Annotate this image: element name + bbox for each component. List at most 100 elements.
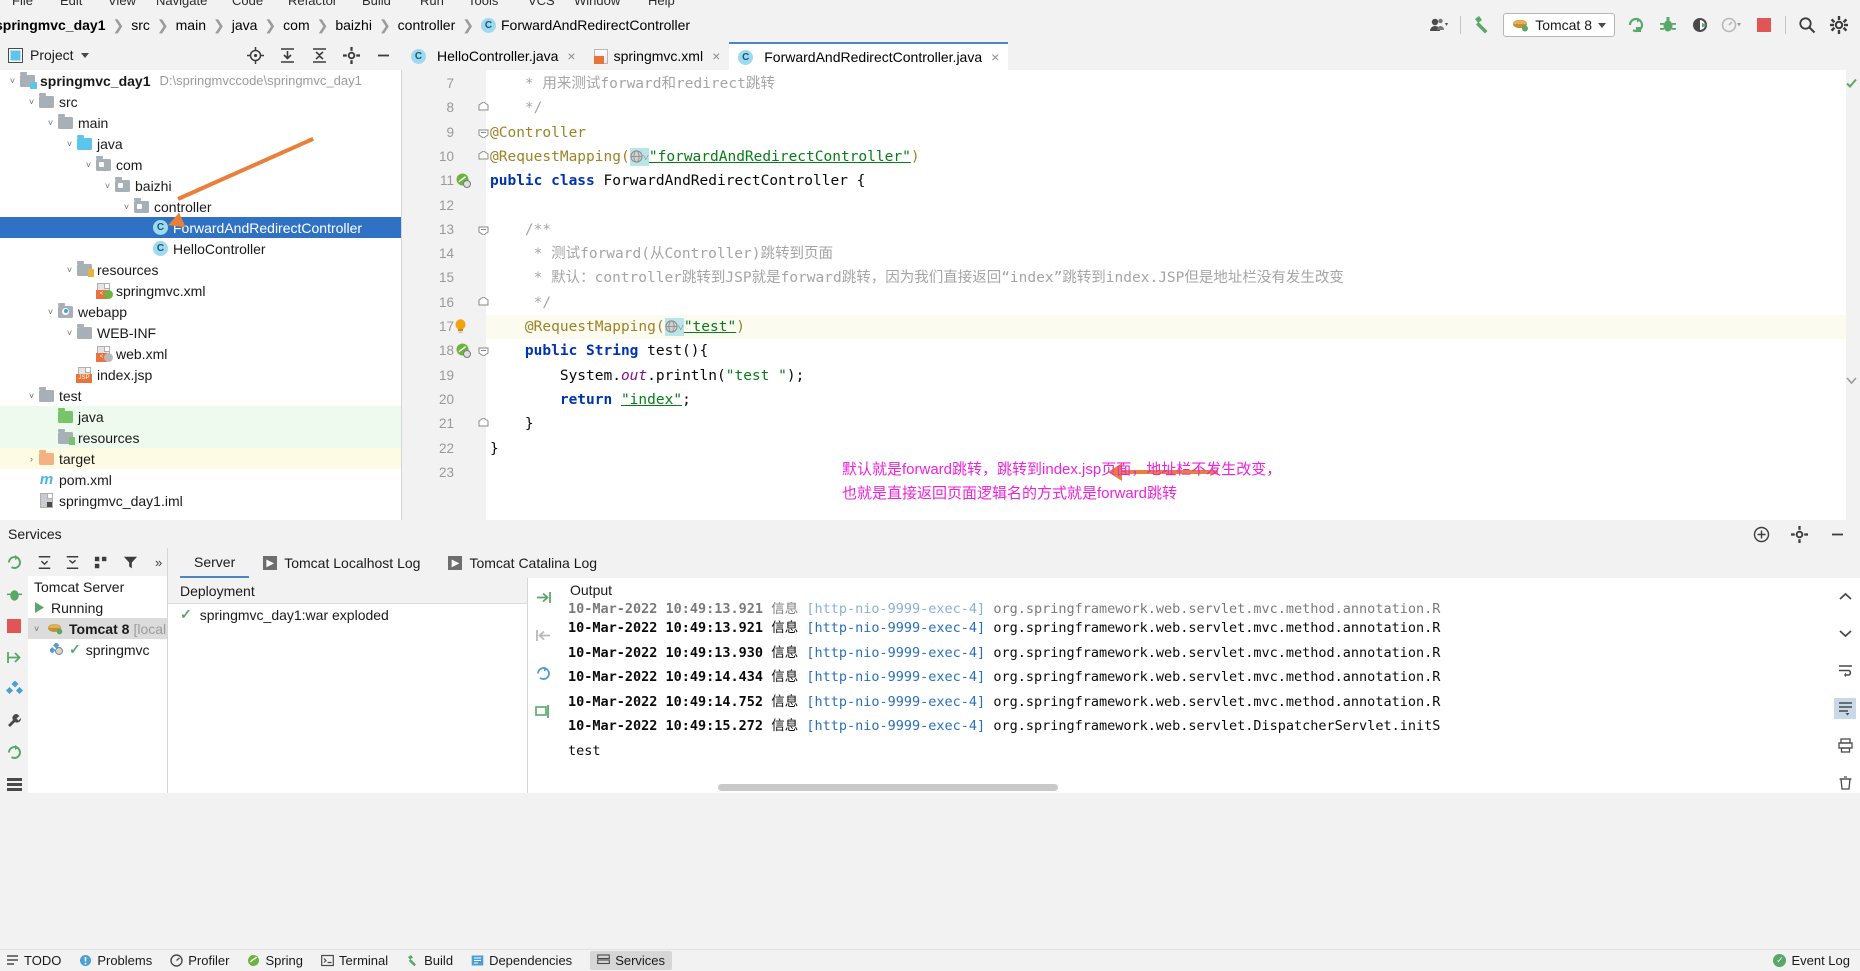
output-horizontal-scrollbar[interactable] <box>718 784 1058 791</box>
tree-node-controller[interactable]: ˅ controller <box>0 196 401 217</box>
close-icon[interactable]: × <box>712 48 720 64</box>
redeploy-icon[interactable] <box>532 662 554 684</box>
tree-node-main[interactable]: ˅ main <box>0 112 401 133</box>
add-service-icon[interactable] <box>1750 523 1772 545</box>
chevron-right-icon[interactable]: › <box>25 454 38 464</box>
fold-start-icon[interactable] <box>478 345 489 357</box>
breadcrumb-item-main[interactable]: main <box>176 17 206 33</box>
breadcrumb-item-controller[interactable]: controller <box>398 17 456 33</box>
filter-icon[interactable] <box>122 551 139 573</box>
rerun-icon[interactable] <box>3 554 25 572</box>
expand-all-icon[interactable] <box>36 551 53 573</box>
more-icon[interactable]: » <box>150 551 167 573</box>
breadcrumb-item-baizhi[interactable]: baizhi <box>335 17 372 33</box>
code-line[interactable]: } <box>490 412 534 436</box>
code-line[interactable]: public class ForwardAndRedirectControlle… <box>490 169 865 193</box>
stop-icon[interactable] <box>3 617 25 635</box>
chevron-down-icon[interactable]: ˅ <box>44 118 57 128</box>
chevron-down-icon[interactable]: ˅ <box>25 391 38 401</box>
code-line[interactable]: return "index"; <box>490 388 691 412</box>
status-item-services[interactable]: Services <box>590 951 673 970</box>
tree-node-pom-xml[interactable]: m pom.xml <box>0 469 401 490</box>
chevron-down-icon[interactable]: ˅ <box>63 328 76 338</box>
close-icon[interactable]: × <box>991 49 999 65</box>
spring-bean-gutter-icon[interactable] <box>456 173 471 189</box>
tree-node-webapp[interactable]: ˅ webapp <box>0 301 401 322</box>
menu-item-view[interactable]: View <box>108 0 136 8</box>
menu-item-window[interactable]: Window <box>574 0 620 8</box>
scroll-down-icon[interactable] <box>1834 623 1856 644</box>
code-editor[interactable]: 7 * 用来测试forward和redirect跳转 8 */ 9 @Controll… <box>402 70 1860 520</box>
code-line[interactable]: @RequestMapping(˅"forwardAndRedirectCont… <box>490 145 920 169</box>
tree-node-web-xml[interactable]: < web.xml <box>0 343 401 364</box>
debug-icon[interactable] <box>1657 14 1679 36</box>
scroll-down-icon[interactable] <box>1846 375 1857 386</box>
code-line[interactable]: * 默认：controller跳转到JSP就是forward跳转，因为我们直接返… <box>490 266 1344 290</box>
tree-node-springmvc-xml[interactable]: < springmvc.xml <box>0 280 401 301</box>
tree-node-hellocontroller[interactable]: C HelloController <box>0 238 401 259</box>
search-icon[interactable] <box>1796 14 1818 36</box>
menu-item-vcs[interactable]: VCS <box>528 0 555 8</box>
services-tree-node-tomcat-server[interactable]: Tomcat Server <box>28 576 167 597</box>
debug-icon[interactable] <box>3 586 25 604</box>
scroll-to-end-icon[interactable] <box>1834 697 1856 719</box>
menu-item-help[interactable]: Help <box>648 0 675 8</box>
grid-icon[interactable] <box>3 775 25 793</box>
chevron-down-icon[interactable]: ˅ <box>101 181 114 191</box>
status-item-spring[interactable]: Spring <box>247 953 303 968</box>
print-icon[interactable] <box>1834 735 1856 756</box>
breadcrumb-item-com[interactable]: com <box>283 17 309 33</box>
tree-node-target[interactable]: › target <box>0 448 401 469</box>
tree-node-com[interactable]: ˅ com <box>0 154 401 175</box>
code-line[interactable]: System.out.println("test "); <box>490 364 804 388</box>
code-line[interactable]: @RequestMapping(˅"test") <box>490 315 745 339</box>
deploy-icon[interactable] <box>3 649 25 667</box>
code-line[interactable]: * 用来测试forward和redirect跳转 <box>490 72 775 96</box>
editor-code[interactable]: 7 * 用来测试forward和redirect跳转 8 */ 9 @Controll… <box>402 70 1860 520</box>
gear-icon[interactable] <box>1828 14 1850 36</box>
chevron-down-icon[interactable] <box>80 52 89 58</box>
hide-icon[interactable] <box>372 44 394 66</box>
tab-server[interactable]: Server <box>180 548 250 578</box>
breadcrumb-item-src[interactable]: src <box>131 17 150 33</box>
breadcrumb-item-file[interactable]: ForwardAndRedirectController <box>501 17 690 33</box>
menu-item-build[interactable]: Build <box>362 0 391 8</box>
menu-item-run[interactable]: Run <box>420 0 444 8</box>
tree-node-web-inf[interactable]: ˅ WEB-INF <box>0 322 401 343</box>
menu-item-navigate[interactable]: Navigate <box>156 0 207 8</box>
fold-end-icon[interactable] <box>478 150 489 162</box>
chevron-down-icon[interactable]: ˅ <box>44 307 57 317</box>
menu-item-file[interactable]: File <box>12 0 33 8</box>
run-with-coverage-icon[interactable] <box>1689 14 1711 36</box>
fold-end-icon[interactable] <box>478 296 489 308</box>
tab-tomcat-catalina-log[interactable]: ▶ Tomcat Catalina Log <box>434 548 611 578</box>
code-line[interactable]: } <box>490 437 499 461</box>
editor-tab-forwardandredirectcontroller[interactable]: C ForwardAndRedirectController.java × <box>729 42 1009 70</box>
project-tree[interactable]: ˅ springmvc_day1 D:\springmvccode\springmv… <box>0 70 402 520</box>
tree-node-test[interactable]: ˅ test <box>0 385 401 406</box>
soft-wrap-icon[interactable] <box>1834 660 1856 681</box>
fold-end-icon[interactable] <box>478 418 489 429</box>
menu-item-edit[interactable]: Edit <box>60 0 82 8</box>
status-item-profiler[interactable]: Profiler <box>170 953 229 968</box>
modules-icon[interactable] <box>3 680 25 699</box>
hammer-icon[interactable] <box>1471 14 1493 36</box>
locate-icon[interactable] <box>244 44 266 66</box>
tree-node-java[interactable]: ˅ java <box>0 133 401 154</box>
status-item-build[interactable]: Build <box>406 953 453 968</box>
url-mapping-gutter-icon[interactable] <box>456 343 471 359</box>
chevron-down-icon[interactable]: ˅ <box>25 97 38 107</box>
user-icon[interactable] <box>1428 14 1450 36</box>
editor-tab-hellocontroller[interactable]: C HelloController.java × <box>402 42 585 70</box>
profiler-icon[interactable] <box>1721 14 1743 36</box>
close-icon[interactable]: × <box>567 48 575 64</box>
fold-start-icon[interactable] <box>478 127 489 138</box>
menu-item-refactor[interactable]: Refactor <box>288 0 337 8</box>
services-tree[interactable]: Tomcat Server Running ˅ Tomcat 8 [local ✓ spri… <box>28 576 167 660</box>
collapse-all-icon[interactable] <box>65 551 82 573</box>
menu-item-tools[interactable]: Tools <box>468 0 498 8</box>
services-tree-node-running[interactable]: Running <box>28 597 167 618</box>
status-item-problems[interactable]: Problems <box>79 953 152 968</box>
tree-node-java[interactable]: java <box>0 406 401 427</box>
fold-end-icon[interactable] <box>478 102 489 113</box>
